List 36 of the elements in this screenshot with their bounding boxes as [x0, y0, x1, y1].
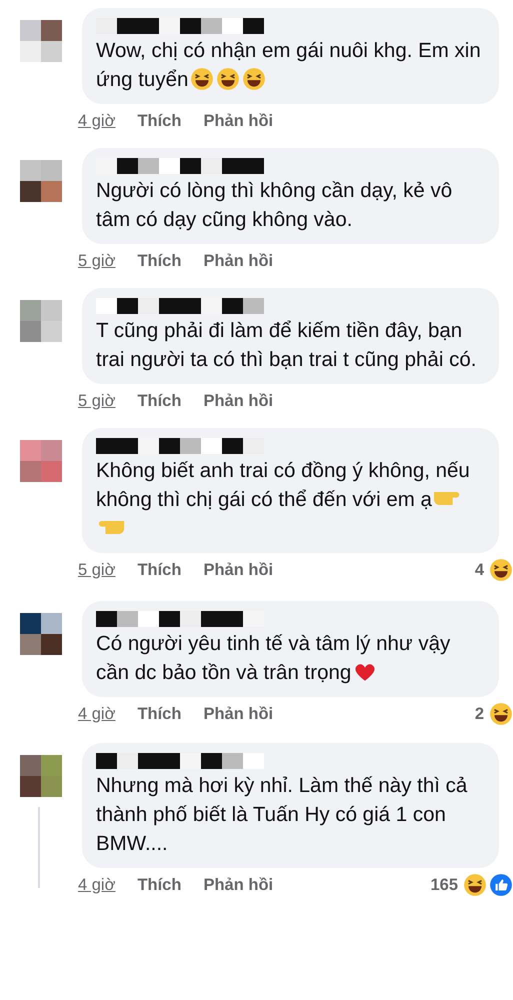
- timestamp-link[interactable]: 5 giờ: [78, 558, 116, 582]
- like-link[interactable]: Thích: [137, 872, 182, 898]
- comment-text: Wow, chị có nhận em gái nuôi khg. Em xin ứng tuyển: [96, 38, 482, 93]
- like-link[interactable]: Thích: [137, 558, 182, 582]
- comment-text: T cũng phải đi làm để kiếm tiền đây, bạn trai người ta có thì bạn trai t cũng phải có.: [96, 318, 478, 373]
- laughing-emoji-icon: [242, 67, 266, 91]
- comment-text: Không biết anh trai có đồng ý không, nếu không thì chị gái có thể đến với em ạ: [96, 456, 485, 543]
- pointing-hand-icon: [98, 519, 126, 536]
- reply-link[interactable]: Phản hồi: [203, 388, 274, 414]
- like-link[interactable]: Thích: [137, 108, 182, 134]
- haha-reaction-icon: [489, 702, 513, 726]
- reaction-count: 2: [474, 704, 484, 725]
- pointing-hand-icon: [434, 490, 462, 507]
- like-reaction-icon: [489, 873, 513, 897]
- like-link[interactable]: Thích: [137, 702, 182, 726]
- timestamp-link[interactable]: 4 giờ: [78, 702, 116, 726]
- like-link[interactable]: Thích: [137, 388, 182, 414]
- timestamp-link[interactable]: 5 giờ: [78, 388, 116, 414]
- comment-text: Nhưng mà hơi kỳ nhỉ. Làm thế này thì cả thành phố biết là Tuấn Hy có giá 1 con BMW....: [96, 773, 468, 857]
- reply-link[interactable]: Phản hồi: [203, 108, 274, 134]
- laughing-emoji-icon: [216, 67, 240, 91]
- haha-reaction-icon: [463, 873, 487, 897]
- reaction-count: 4: [474, 560, 484, 581]
- reply-link[interactable]: Phản hồi: [203, 248, 274, 274]
- reply-link[interactable]: Phản hồi: [203, 558, 274, 582]
- reaction-count: 165: [430, 874, 458, 896]
- reply-link[interactable]: Phản hồi: [203, 872, 274, 898]
- like-link[interactable]: Thích: [137, 248, 182, 274]
- timestamp-link[interactable]: 5 giờ: [78, 248, 116, 274]
- timestamp-link[interactable]: 4 giờ: [78, 108, 116, 134]
- haha-reaction-icon: [489, 558, 513, 582]
- timestamp-link[interactable]: 4 giờ: [78, 872, 116, 898]
- comment-text: Người có lòng thì không cần dạy, kẻ vô tâm có dạy cũng không vào.: [96, 178, 454, 233]
- comment-text: Có người yêu tinh tế và tâm lý như vậy cần dc bảo tồn và trân trọng: [96, 631, 452, 686]
- laughing-emoji-icon: [190, 67, 214, 91]
- reply-link[interactable]: Phản hồi: [203, 702, 274, 726]
